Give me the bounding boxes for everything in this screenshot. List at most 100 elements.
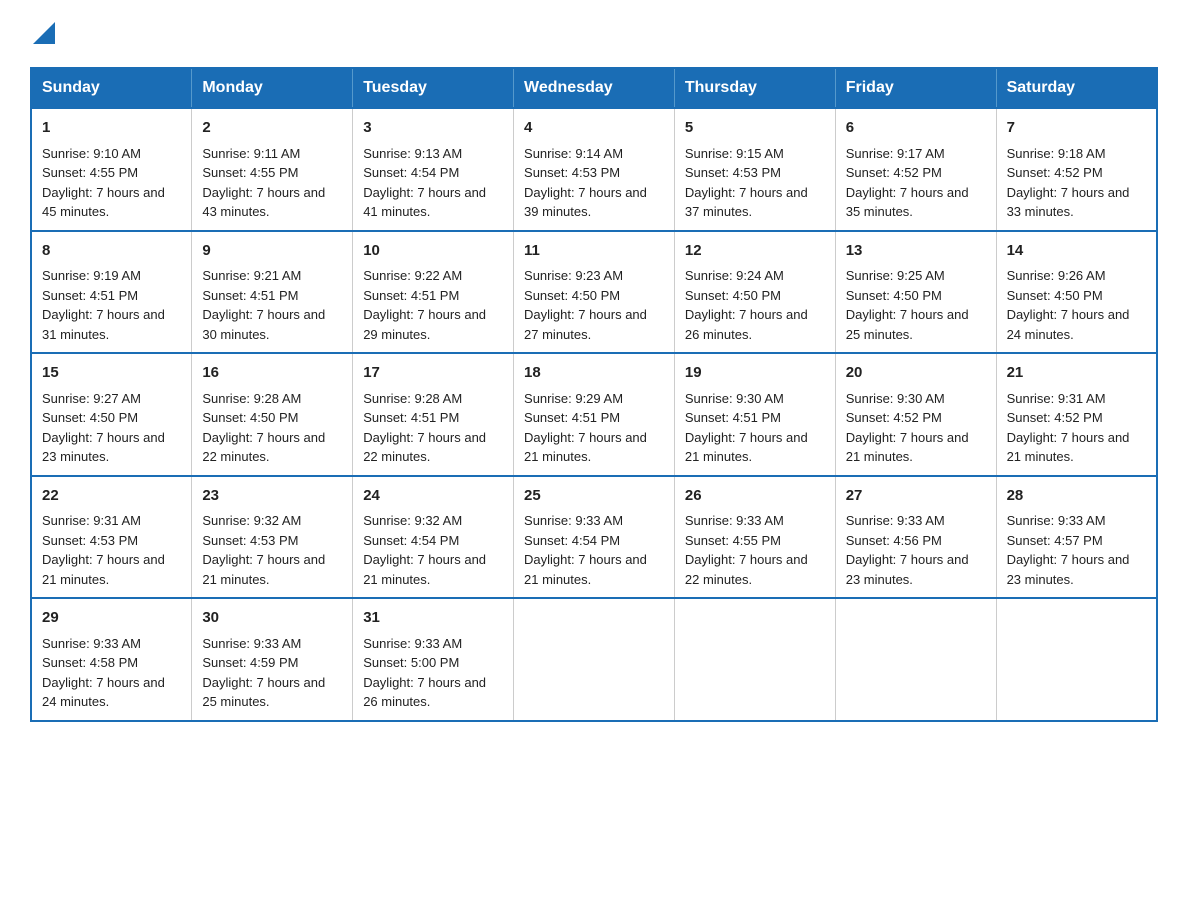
calendar-day-cell [514,598,675,721]
day-info: Sunrise: 9:32 AMSunset: 4:53 PMDaylight:… [202,513,325,587]
calendar-day-cell: 29 Sunrise: 9:33 AMSunset: 4:58 PMDaylig… [31,598,192,721]
day-number: 29 [42,607,181,630]
day-info: Sunrise: 9:33 AMSunset: 5:00 PMDaylight:… [363,636,486,710]
calendar-week-row: 29 Sunrise: 9:33 AMSunset: 4:58 PMDaylig… [31,598,1157,721]
day-of-week-header: Sunday [31,68,192,108]
day-number: 6 [846,117,986,140]
day-info: Sunrise: 9:21 AMSunset: 4:51 PMDaylight:… [202,268,325,342]
calendar-day-cell: 30 Sunrise: 9:33 AMSunset: 4:59 PMDaylig… [192,598,353,721]
calendar-week-row: 8 Sunrise: 9:19 AMSunset: 4:51 PMDayligh… [31,231,1157,354]
day-info: Sunrise: 9:23 AMSunset: 4:50 PMDaylight:… [524,268,647,342]
calendar-day-cell: 6 Sunrise: 9:17 AMSunset: 4:52 PMDayligh… [835,108,996,231]
day-number: 27 [846,485,986,508]
calendar-day-cell: 11 Sunrise: 9:23 AMSunset: 4:50 PMDaylig… [514,231,675,354]
day-number: 15 [42,362,181,385]
day-number: 30 [202,607,342,630]
calendar-day-cell: 27 Sunrise: 9:33 AMSunset: 4:56 PMDaylig… [835,476,996,599]
day-number: 1 [42,117,181,140]
calendar-day-cell: 14 Sunrise: 9:26 AMSunset: 4:50 PMDaylig… [996,231,1157,354]
day-info: Sunrise: 9:32 AMSunset: 4:54 PMDaylight:… [363,513,486,587]
day-info: Sunrise: 9:11 AMSunset: 4:55 PMDaylight:… [202,146,325,220]
day-number: 14 [1007,240,1146,263]
calendar-day-cell: 21 Sunrise: 9:31 AMSunset: 4:52 PMDaylig… [996,353,1157,476]
calendar-day-cell: 10 Sunrise: 9:22 AMSunset: 4:51 PMDaylig… [353,231,514,354]
calendar-day-cell: 22 Sunrise: 9:31 AMSunset: 4:53 PMDaylig… [31,476,192,599]
calendar-day-cell: 15 Sunrise: 9:27 AMSunset: 4:50 PMDaylig… [31,353,192,476]
day-number: 25 [524,485,664,508]
calendar-day-cell: 24 Sunrise: 9:32 AMSunset: 4:54 PMDaylig… [353,476,514,599]
day-number: 18 [524,362,664,385]
day-number: 9 [202,240,342,263]
day-info: Sunrise: 9:15 AMSunset: 4:53 PMDaylight:… [685,146,808,220]
calendar-day-cell: 28 Sunrise: 9:33 AMSunset: 4:57 PMDaylig… [996,476,1157,599]
day-info: Sunrise: 9:18 AMSunset: 4:52 PMDaylight:… [1007,146,1130,220]
logo-triangle-icon [33,22,55,44]
calendar-day-cell: 8 Sunrise: 9:19 AMSunset: 4:51 PMDayligh… [31,231,192,354]
calendar-week-row: 1 Sunrise: 9:10 AMSunset: 4:55 PMDayligh… [31,108,1157,231]
day-of-week-header: Wednesday [514,68,675,108]
day-number: 26 [685,485,825,508]
calendar-day-cell: 5 Sunrise: 9:15 AMSunset: 4:53 PMDayligh… [674,108,835,231]
day-info: Sunrise: 9:31 AMSunset: 4:53 PMDaylight:… [42,513,165,587]
calendar-table: SundayMondayTuesdayWednesdayThursdayFrid… [30,67,1158,722]
calendar-day-cell: 23 Sunrise: 9:32 AMSunset: 4:53 PMDaylig… [192,476,353,599]
day-info: Sunrise: 9:17 AMSunset: 4:52 PMDaylight:… [846,146,969,220]
calendar-day-cell [996,598,1157,721]
day-info: Sunrise: 9:19 AMSunset: 4:51 PMDaylight:… [42,268,165,342]
calendar-day-cell: 13 Sunrise: 9:25 AMSunset: 4:50 PMDaylig… [835,231,996,354]
day-info: Sunrise: 9:14 AMSunset: 4:53 PMDaylight:… [524,146,647,220]
day-number: 12 [685,240,825,263]
calendar-day-cell [835,598,996,721]
day-number: 28 [1007,485,1146,508]
day-number: 24 [363,485,503,508]
calendar-day-cell [674,598,835,721]
calendar-day-cell: 2 Sunrise: 9:11 AMSunset: 4:55 PMDayligh… [192,108,353,231]
calendar-day-cell: 18 Sunrise: 9:29 AMSunset: 4:51 PMDaylig… [514,353,675,476]
day-info: Sunrise: 9:29 AMSunset: 4:51 PMDaylight:… [524,391,647,465]
day-info: Sunrise: 9:13 AMSunset: 4:54 PMDaylight:… [363,146,486,220]
calendar-week-row: 22 Sunrise: 9:31 AMSunset: 4:53 PMDaylig… [31,476,1157,599]
day-of-week-header: Monday [192,68,353,108]
calendar-header-row: SundayMondayTuesdayWednesdayThursdayFrid… [31,68,1157,108]
day-number: 10 [363,240,503,263]
day-info: Sunrise: 9:31 AMSunset: 4:52 PMDaylight:… [1007,391,1130,465]
calendar-day-cell: 7 Sunrise: 9:18 AMSunset: 4:52 PMDayligh… [996,108,1157,231]
day-number: 5 [685,117,825,140]
day-info: Sunrise: 9:10 AMSunset: 4:55 PMDaylight:… [42,146,165,220]
day-of-week-header: Tuesday [353,68,514,108]
calendar-day-cell: 25 Sunrise: 9:33 AMSunset: 4:54 PMDaylig… [514,476,675,599]
day-number: 13 [846,240,986,263]
day-info: Sunrise: 9:33 AMSunset: 4:54 PMDaylight:… [524,513,647,587]
day-number: 8 [42,240,181,263]
day-info: Sunrise: 9:25 AMSunset: 4:50 PMDaylight:… [846,268,969,342]
day-number: 4 [524,117,664,140]
calendar-day-cell: 16 Sunrise: 9:28 AMSunset: 4:50 PMDaylig… [192,353,353,476]
day-info: Sunrise: 9:28 AMSunset: 4:50 PMDaylight:… [202,391,325,465]
day-info: Sunrise: 9:33 AMSunset: 4:56 PMDaylight:… [846,513,969,587]
day-info: Sunrise: 9:33 AMSunset: 4:58 PMDaylight:… [42,636,165,710]
calendar-day-cell: 9 Sunrise: 9:21 AMSunset: 4:51 PMDayligh… [192,231,353,354]
calendar-day-cell: 12 Sunrise: 9:24 AMSunset: 4:50 PMDaylig… [674,231,835,354]
day-of-week-header: Friday [835,68,996,108]
day-number: 20 [846,362,986,385]
day-number: 2 [202,117,342,140]
day-info: Sunrise: 9:27 AMSunset: 4:50 PMDaylight:… [42,391,165,465]
calendar-day-cell: 4 Sunrise: 9:14 AMSunset: 4:53 PMDayligh… [514,108,675,231]
day-info: Sunrise: 9:33 AMSunset: 4:59 PMDaylight:… [202,636,325,710]
day-number: 17 [363,362,503,385]
calendar-day-cell: 31 Sunrise: 9:33 AMSunset: 5:00 PMDaylig… [353,598,514,721]
calendar-day-cell: 1 Sunrise: 9:10 AMSunset: 4:55 PMDayligh… [31,108,192,231]
day-number: 31 [363,607,503,630]
day-number: 3 [363,117,503,140]
calendar-day-cell: 26 Sunrise: 9:33 AMSunset: 4:55 PMDaylig… [674,476,835,599]
day-info: Sunrise: 9:30 AMSunset: 4:52 PMDaylight:… [846,391,969,465]
calendar-day-cell: 17 Sunrise: 9:28 AMSunset: 4:51 PMDaylig… [353,353,514,476]
day-number: 11 [524,240,664,263]
day-number: 23 [202,485,342,508]
day-info: Sunrise: 9:22 AMSunset: 4:51 PMDaylight:… [363,268,486,342]
page-header [30,20,1158,49]
calendar-day-cell: 19 Sunrise: 9:30 AMSunset: 4:51 PMDaylig… [674,353,835,476]
day-number: 19 [685,362,825,385]
day-number: 7 [1007,117,1146,140]
day-info: Sunrise: 9:33 AMSunset: 4:55 PMDaylight:… [685,513,808,587]
